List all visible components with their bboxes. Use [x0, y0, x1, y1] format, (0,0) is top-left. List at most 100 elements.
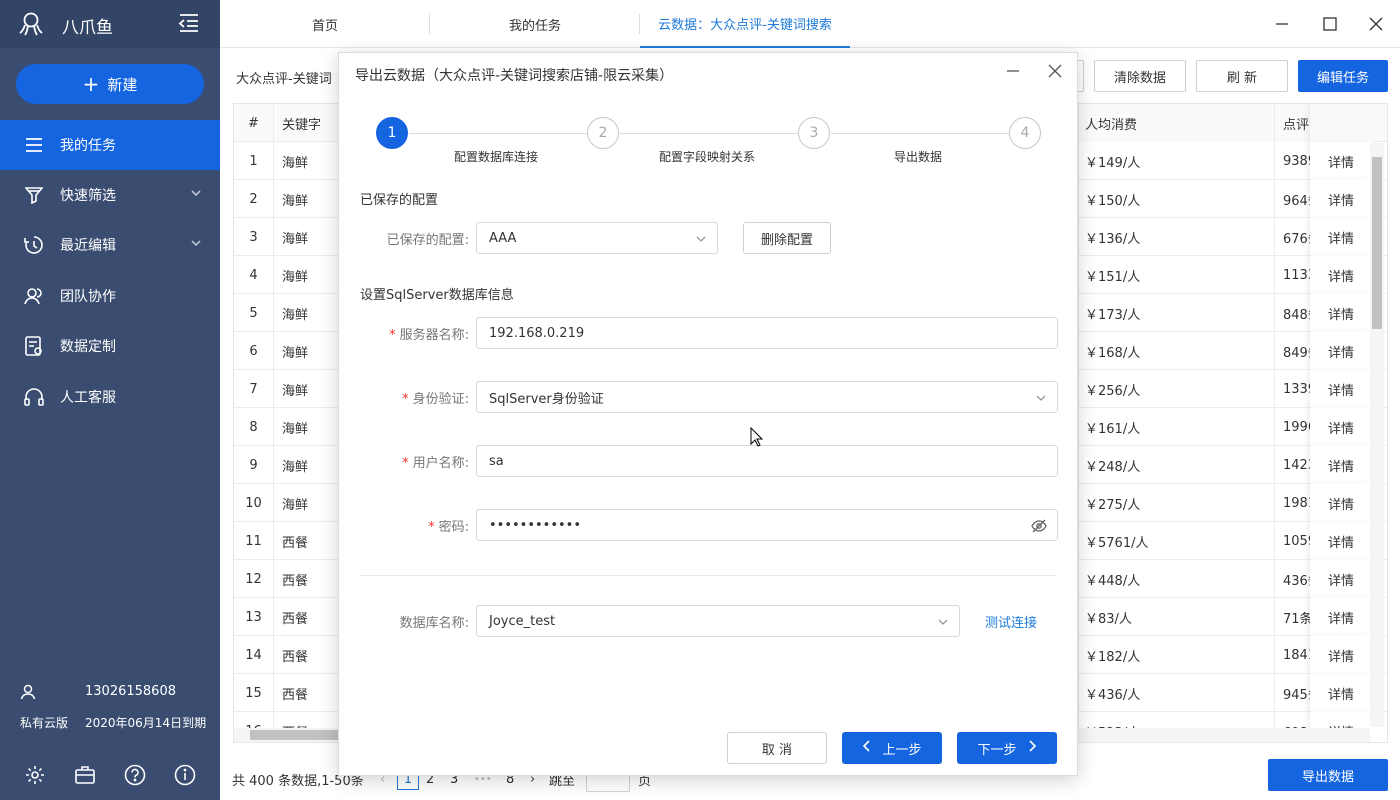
- export-data-button[interactable]: 导出数据: [1268, 759, 1388, 791]
- sidebar-item-data-custom[interactable]: 数据定制: [0, 321, 220, 371]
- row-keyword: 海鲜: [282, 459, 309, 475]
- collapse-menu-icon[interactable]: [178, 13, 200, 33]
- server-name-label: * 服务器名称:: [389, 328, 469, 343]
- password-input[interactable]: ••••••••••••: [476, 509, 1058, 541]
- row-detail-link[interactable]: 详情: [1310, 332, 1372, 370]
- sidebar-item-quick-filter[interactable]: 快速筛选: [0, 170, 220, 220]
- row-keyword: 西餐: [282, 611, 309, 627]
- tab-my-tasks[interactable]: 我的任务: [430, 0, 640, 48]
- row-avg-spend: ￥168/人: [1078, 332, 1274, 370]
- db-section-title: 设置SqlServer数据库信息: [360, 288, 514, 303]
- header-index: #: [234, 104, 274, 142]
- sidebar-item-recent-edit[interactable]: 最近编辑: [0, 220, 220, 270]
- clear-data-button[interactable]: 清除数据: [1094, 60, 1186, 92]
- server-name-input[interactable]: 192.168.0.219: [476, 317, 1058, 349]
- step-2-label: 配置字段映射关系: [659, 150, 756, 164]
- row-avg-spend: ￥83/人: [1078, 598, 1274, 636]
- info-icon[interactable]: [173, 763, 197, 787]
- row-detail-link[interactable]: 详情: [1310, 484, 1372, 522]
- row-index: 2: [234, 180, 274, 218]
- row-detail-link[interactable]: 详情: [1310, 142, 1372, 180]
- plus-icon: +: [82, 72, 100, 96]
- maximize-icon[interactable]: [1320, 14, 1340, 34]
- data-custom-icon: [23, 335, 45, 357]
- expiry-date: 2020年06月14日到期: [85, 716, 207, 730]
- close-icon[interactable]: [1045, 61, 1065, 81]
- db-name-select[interactable]: Joyce_test: [476, 605, 960, 637]
- sidebar-item-support[interactable]: 人工客服: [0, 372, 220, 422]
- help-icon[interactable]: [123, 763, 147, 787]
- sidebar-item-team[interactable]: 团队协作: [0, 271, 220, 321]
- step-3-label: 导出数据: [894, 150, 943, 164]
- auth-value: SqlServer身份验证: [489, 391, 604, 407]
- chevron-left-icon: [862, 740, 872, 756]
- vertical-scrollbar[interactable]: [1370, 143, 1384, 727]
- step-2: 2: [587, 117, 619, 149]
- next-step-button[interactable]: 下一步: [957, 732, 1057, 764]
- settings-icon[interactable]: [23, 763, 47, 787]
- row-index: 4: [234, 256, 274, 294]
- row-keyword: 海鲜: [282, 421, 309, 437]
- username-value: sa: [489, 453, 504, 469]
- saved-config-section-title: 已保存的配置: [360, 193, 439, 208]
- row-detail-link[interactable]: 详情: [1310, 636, 1372, 674]
- eye-off-icon[interactable]: [1031, 519, 1047, 537]
- row-detail-link[interactable]: 详情: [1310, 370, 1372, 408]
- scroll-thumb[interactable]: [1372, 157, 1382, 329]
- row-detail-link[interactable]: 详情: [1310, 294, 1372, 332]
- divider: [359, 575, 1057, 576]
- test-connection-link[interactable]: 测试连接: [985, 612, 1037, 631]
- refresh-button[interactable]: 刷 新: [1196, 60, 1288, 92]
- row-review-count: 1841: [1274, 636, 1310, 674]
- row-detail-link[interactable]: 详情: [1310, 446, 1372, 484]
- delete-config-button[interactable]: 删除配置: [743, 222, 831, 254]
- username-input[interactable]: sa: [476, 445, 1058, 477]
- scroll-thumb[interactable]: [250, 730, 340, 740]
- row-keyword: 海鲜: [282, 497, 309, 513]
- tab-home[interactable]: 首页: [220, 0, 430, 48]
- row-index: 7: [234, 370, 274, 408]
- header-review: 点评: [1274, 104, 1310, 142]
- tab-bar: 首页 我的任务 云数据：大众点评-关键词搜索: [220, 0, 1400, 48]
- row-avg-spend: ￥256/人: [1078, 370, 1274, 408]
- prev-step-button[interactable]: 上一步: [842, 732, 942, 764]
- edit-task-button[interactable]: 编辑任务: [1298, 60, 1388, 92]
- row-review-count: 1059: [1274, 522, 1310, 560]
- row-detail-link[interactable]: 详情: [1310, 674, 1372, 712]
- row-detail-link[interactable]: 详情: [1310, 598, 1372, 636]
- step-connector: [620, 133, 798, 134]
- minimize-icon[interactable]: [1272, 14, 1292, 34]
- row-review-count: 1133: [1274, 256, 1310, 294]
- saved-config-select[interactable]: AAA: [476, 222, 718, 254]
- row-review-count: 9389: [1274, 142, 1310, 180]
- row-detail-link[interactable]: 详情: [1310, 522, 1372, 560]
- cancel-button[interactable]: 取 消: [727, 732, 827, 764]
- row-keyword: 海鲜: [282, 345, 309, 361]
- step-1-label: 配置数据库连接: [454, 150, 539, 164]
- new-task-button[interactable]: + 新建: [16, 64, 204, 104]
- row-avg-spend: ￥151/人: [1078, 256, 1274, 294]
- minimize-icon[interactable]: [1003, 61, 1023, 81]
- row-index: 5: [234, 294, 274, 332]
- password-value: ••••••••••••: [489, 517, 582, 533]
- sidebar-item-my-tasks[interactable]: 我的任务: [0, 120, 220, 170]
- tab-label: 我的任务: [508, 18, 561, 34]
- close-icon[interactable]: [1366, 14, 1386, 34]
- chevron-down-icon: [695, 233, 707, 249]
- step-3: 3: [798, 117, 830, 149]
- server-name-label-text: 服务器名称:: [399, 328, 469, 343]
- auth-select[interactable]: SqlServer身份验证: [476, 381, 1058, 413]
- row-detail-link[interactable]: 详情: [1310, 560, 1372, 598]
- briefcase-icon[interactable]: [73, 763, 97, 787]
- row-detail-link[interactable]: 详情: [1310, 218, 1372, 256]
- sidebar-item-label: 人工客服: [60, 390, 116, 406]
- row-avg-spend: ￥448/人: [1078, 560, 1274, 598]
- row-index: 14: [234, 636, 274, 674]
- row-detail-link[interactable]: 详情: [1310, 180, 1372, 218]
- tab-cloud-data[interactable]: 云数据：大众点评-关键词搜索: [640, 0, 850, 48]
- header-avg-spend: 人均消费: [1078, 104, 1274, 142]
- row-detail-link[interactable]: 详情: [1310, 408, 1372, 446]
- row-keyword: 海鲜: [282, 307, 309, 323]
- row-review-count: 849条: [1274, 332, 1310, 370]
- row-detail-link[interactable]: 详情: [1310, 256, 1372, 294]
